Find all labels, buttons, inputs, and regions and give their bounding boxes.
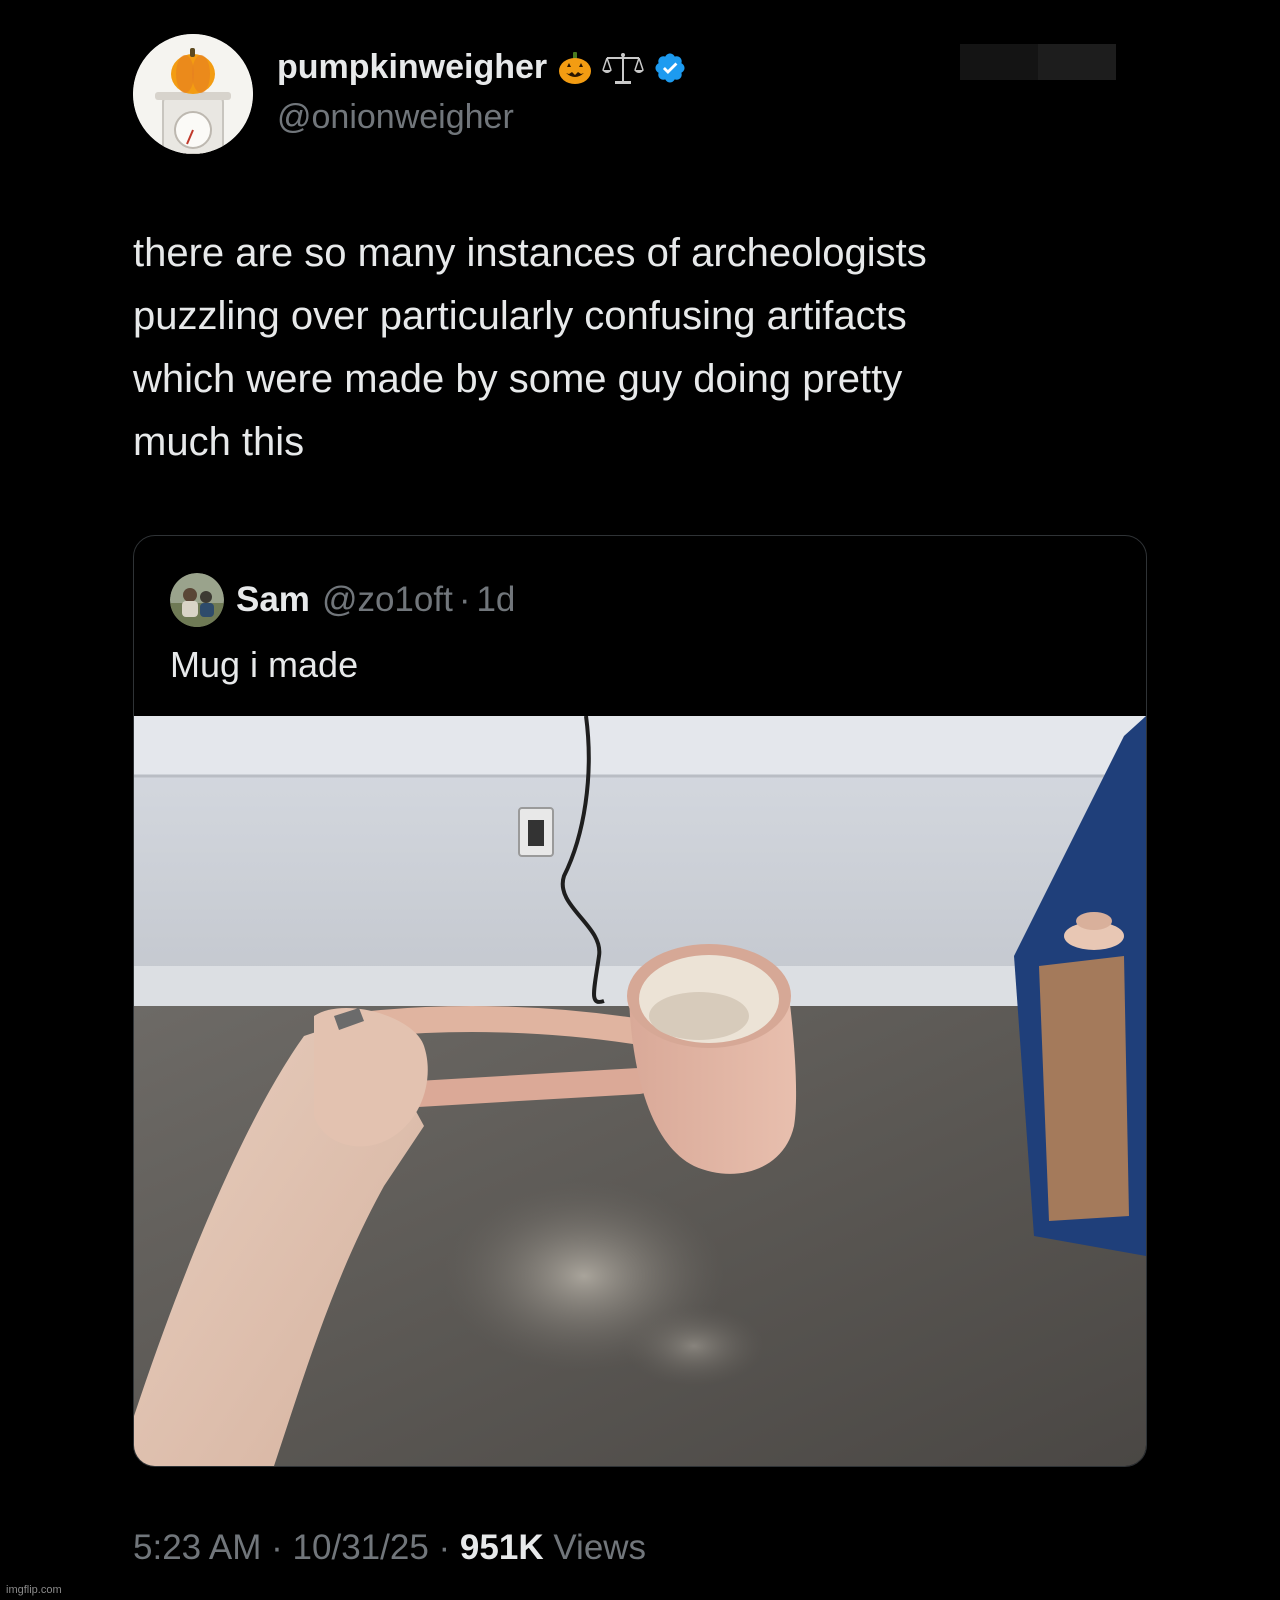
quoted-tweet-header: Sam @zo1oft · 1d <box>170 573 515 627</box>
tweet-header: pumpkinweigher @onionweigher <box>133 34 1123 154</box>
quoted-author-name[interactable]: Sam <box>236 580 310 620</box>
jack-o-lantern-icon <box>559 51 592 84</box>
author-handle[interactable]: @onionweigher <box>277 98 514 137</box>
footer-separator: · <box>271 1528 283 1567</box>
redacted-follow-button <box>960 44 1116 80</box>
balance-scale-icon <box>602 52 645 84</box>
views-label: Views <box>553 1528 647 1567</box>
quoted-tweet-text: Mug i made <box>170 644 359 685</box>
tweet-page: pumpkinweigher @onionweigher there are s… <box>0 0 1280 1600</box>
quoted-timestamp[interactable]: 1d <box>476 580 515 620</box>
avatar[interactable] <box>133 34 253 154</box>
verified-badge-icon[interactable] <box>653 51 687 85</box>
footer-separator: · <box>438 1528 451 1567</box>
tweet-time[interactable]: 5:23 AM <box>133 1528 261 1567</box>
mug-photo-image <box>134 715 1146 1466</box>
views-count[interactable]: 951K <box>460 1528 544 1567</box>
tweet-text: there are so many instances of archeolog… <box>133 231 927 464</box>
imgflip-watermark: imgflip.com <box>6 1584 62 1596</box>
author-name-icons <box>557 50 687 86</box>
quoted-avatar[interactable] <box>170 573 224 627</box>
tweet-footer: 5:23 AM · 10/31/25 · 951K Views <box>133 1528 646 1568</box>
quoted-tweet-photo[interactable] <box>134 715 1146 1466</box>
pumpkin-on-scale-avatar-icon <box>133 34 253 154</box>
tweet-date[interactable]: 10/31/25 <box>293 1528 429 1567</box>
quoted-tweet[interactable]: Sam @zo1oft · 1d Mug i made <box>133 535 1147 1467</box>
author-display-name[interactable]: pumpkinweigher <box>277 48 547 87</box>
author-name-row: pumpkinweigher <box>277 48 687 87</box>
quoted-author-handle[interactable]: @zo1oft <box>322 580 453 620</box>
quoted-separator: · <box>458 580 471 619</box>
quoted-avatar-photo-icon <box>170 573 224 627</box>
